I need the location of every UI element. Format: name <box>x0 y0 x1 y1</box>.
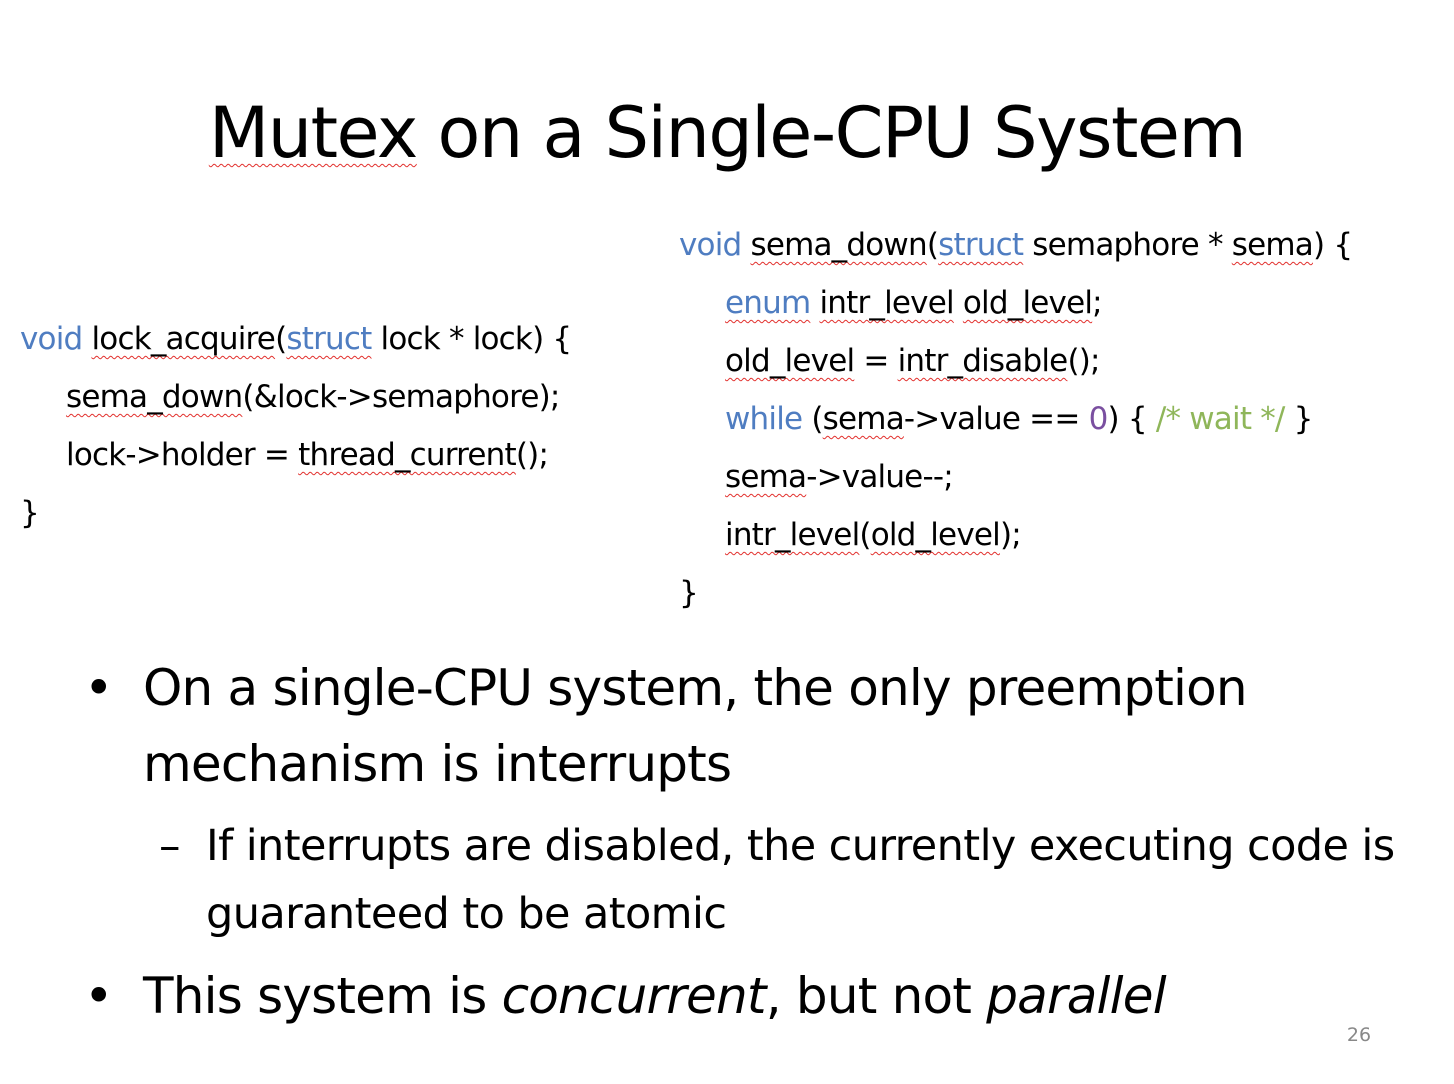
code-text: semaphore * <box>1023 227 1232 263</box>
code-comment: /* wait */ <box>1155 401 1286 437</box>
function-name: sema_down <box>750 227 927 263</box>
keyword: while <box>725 401 803 437</box>
type-name: intr_level <box>819 285 954 321</box>
code-text: } <box>1284 401 1314 437</box>
bullet-text: , but not <box>765 967 987 1025</box>
title-word-mutex: Mutex <box>208 92 418 174</box>
number-literal: 0 <box>1088 401 1109 437</box>
code-line: while (sema->value == 0) { /* wait */ } <box>679 390 1352 448</box>
code-line: } <box>20 484 571 542</box>
code-line: void lock_acquire(struct lock * lock) { <box>20 310 573 368</box>
keyword: struct <box>938 227 1024 263</box>
bullet-marker: • <box>84 659 113 717</box>
code-text: ( <box>926 227 939 263</box>
code-text: ) { <box>1107 401 1156 437</box>
function-name: thread_current <box>298 437 517 473</box>
code-line: sema->value--; <box>679 448 1352 506</box>
keyword: void <box>20 321 83 357</box>
code-text: ); <box>999 517 1022 553</box>
function-name: sema_down <box>66 379 243 415</box>
code-text: ( <box>275 321 287 357</box>
code-line: void sema_down(struct semaphore * sema) … <box>679 216 1353 274</box>
code-line: sema_down(&lock->semaphore); <box>20 368 571 426</box>
code-line: lock->holder = thread_current(); <box>20 426 571 484</box>
code-text: (&lock->semaphore); <box>242 379 560 415</box>
code-text: = <box>854 343 898 379</box>
sub-bullet-item: – If interrupts are disabled, the curren… <box>159 812 1404 948</box>
function-name: intr_disable <box>897 343 1069 379</box>
code-text: lock->holder = <box>66 437 299 473</box>
lock-acquire-code-block: void lock_acquire(struct lock * lock) {s… <box>20 310 573 542</box>
bullet-list: • On a single-CPU system, the only preem… <box>84 650 1404 1034</box>
code-text: ; <box>1092 285 1102 321</box>
variable: old_level <box>870 517 1001 553</box>
code-text: ( <box>859 517 871 553</box>
bullet-marker: • <box>84 967 113 1025</box>
emphasis-parallel: parallel <box>986 967 1166 1025</box>
code-text: (); <box>515 437 549 473</box>
closing-brace: } <box>20 495 40 531</box>
sub-bullet-text: If interrupts are disabled, the currentl… <box>206 821 1395 939</box>
bullet-item: • This system is concurrent, but not par… <box>84 958 1404 1034</box>
variable: old_level <box>725 343 855 379</box>
bullet-item: • On a single-CPU system, the only preem… <box>84 650 1404 802</box>
code-text: ) { <box>1312 227 1353 263</box>
function-name: lock_acquire <box>91 321 276 357</box>
code-text: ->value == <box>903 401 1089 437</box>
variable: sema <box>725 459 807 495</box>
code-line: } <box>679 564 1352 622</box>
sub-bullet-marker: – <box>159 821 181 871</box>
code-line: old_level = intr_disable(); <box>679 332 1352 390</box>
variable: old_level <box>962 285 1093 321</box>
keyword: enum <box>725 285 811 321</box>
function-name: intr_level <box>725 517 860 553</box>
keyword: struct <box>286 321 372 357</box>
emphasis-concurrent: concurrent <box>501 967 767 1025</box>
code-line: enum intr_level old_level; <box>679 274 1352 332</box>
variable: sema <box>822 401 905 437</box>
bullet-text: This system is <box>143 967 502 1025</box>
code-text: lock * lock) { <box>371 321 573 357</box>
closing-brace: } <box>679 575 699 611</box>
code-text: ->value--; <box>806 459 953 495</box>
code-text: (); <box>1067 343 1100 379</box>
variable: sema <box>1231 227 1314 263</box>
code-line: intr_level(old_level); <box>679 506 1352 564</box>
slide-title: Mutex on a Single-CPU System <box>208 92 1247 174</box>
keyword: void <box>679 227 742 263</box>
bullet-text: On a single-CPU system, the only preempt… <box>143 659 1248 793</box>
page-number: 26 <box>1346 1024 1372 1046</box>
sema-down-code-block: void sema_down(struct semaphore * sema) … <box>679 216 1353 622</box>
code-text: ( <box>802 401 823 437</box>
